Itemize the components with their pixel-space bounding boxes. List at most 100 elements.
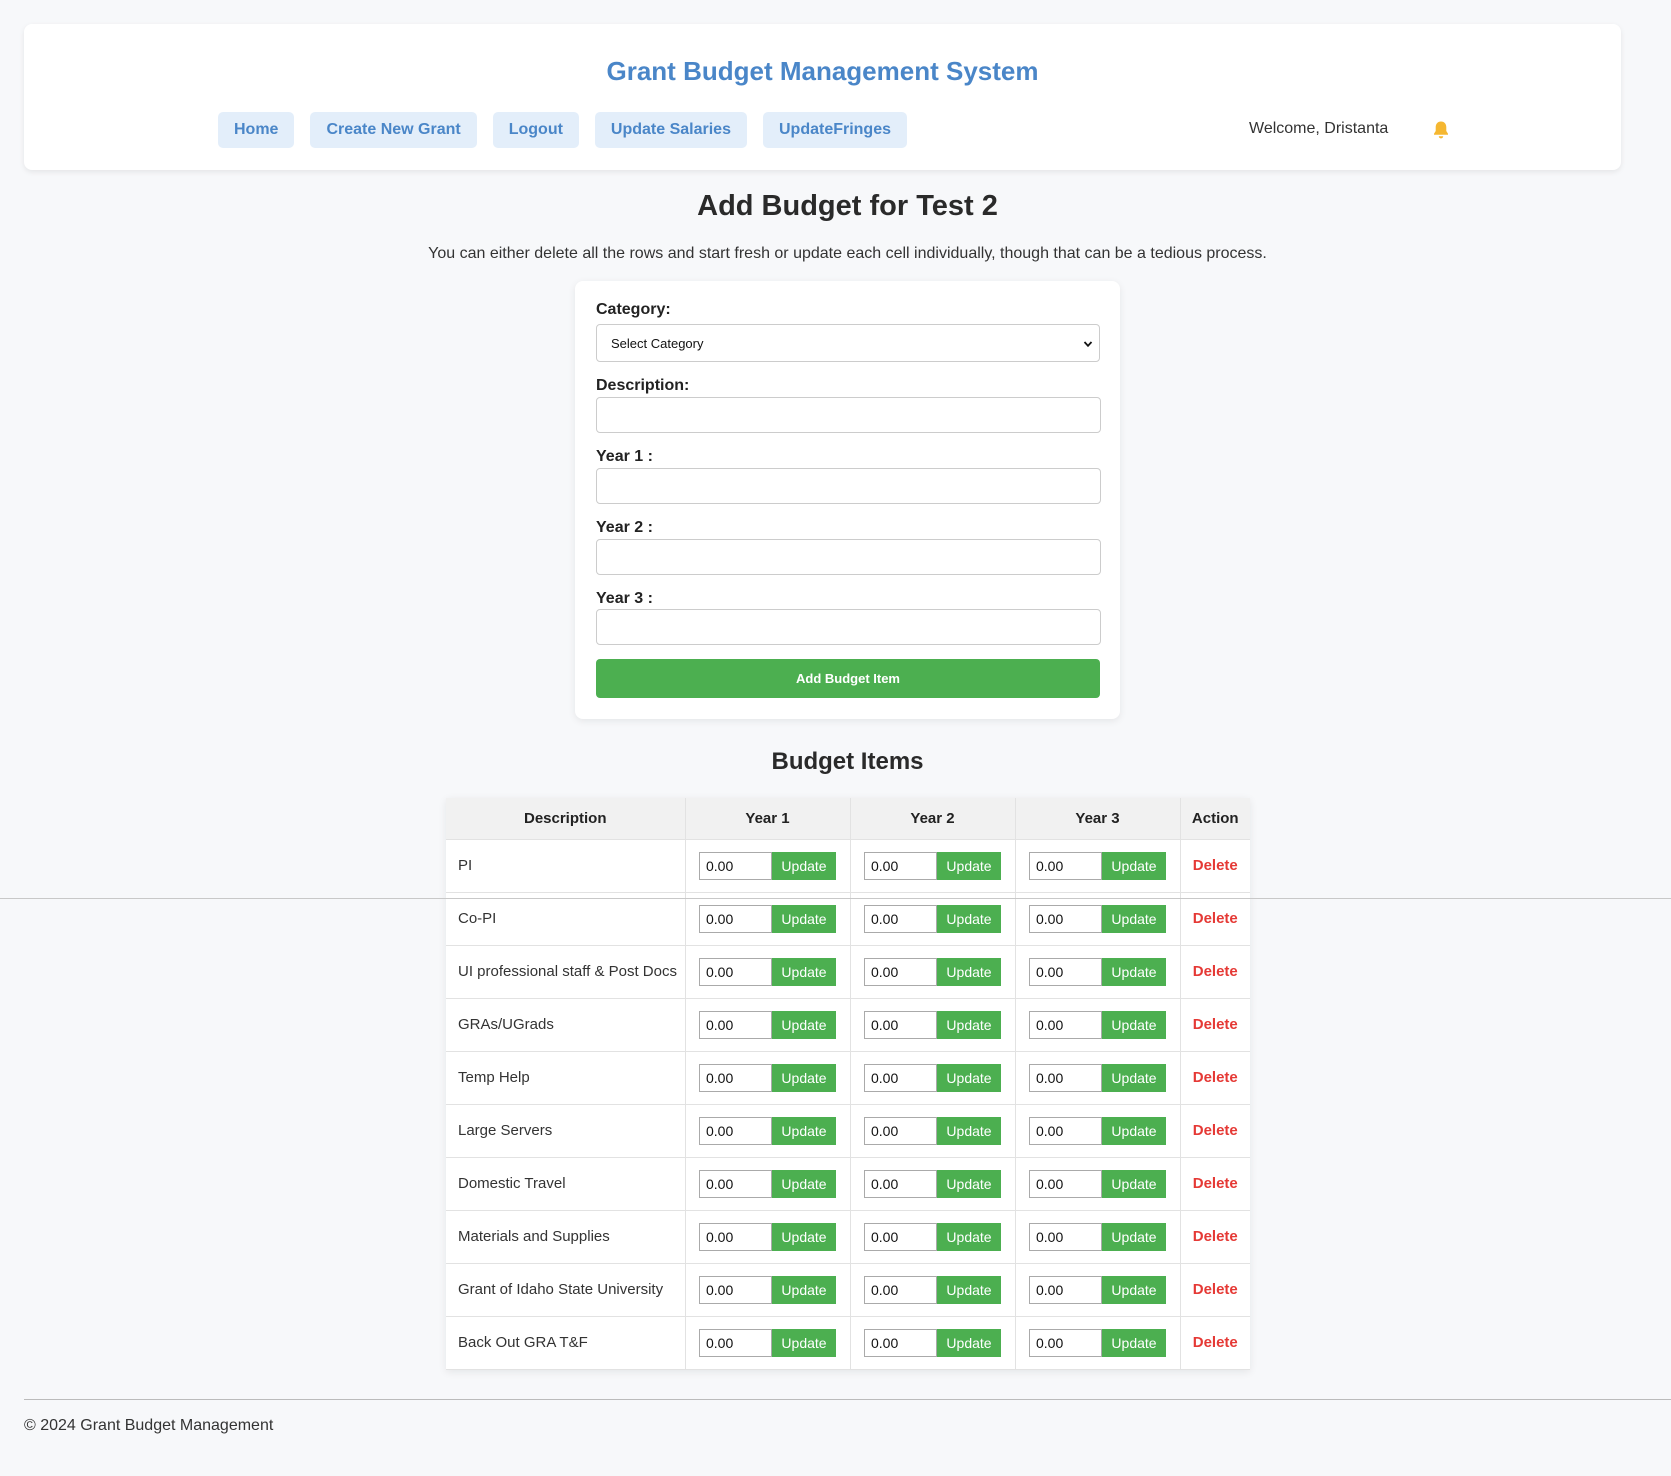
year3-input[interactable] [596,609,1101,645]
budget-items-table: Description Year 1 Year 2 Year 3 Action … [446,798,1250,1370]
year2-amount-input[interactable]: 0.00 [864,1328,937,1357]
description-input[interactable] [596,397,1101,433]
year2-update-button[interactable]: Update [937,904,1001,933]
year3-amount-input[interactable]: 0.00 [1029,1169,1102,1198]
year3-amount-input[interactable]: 0.00 [1029,1116,1102,1145]
year1-update-button[interactable]: Update [772,851,836,880]
year2-amount-input[interactable]: 0.00 [864,851,937,880]
year1-amount-input[interactable]: 0.00 [699,957,772,986]
year1-amount-input[interactable]: 0.00 [699,1275,772,1304]
year2-update-button[interactable]: Update [937,957,1001,986]
nav-update-salaries-button[interactable]: Update Salaries [594,112,747,148]
year3-amount-input[interactable]: 0.00 [1029,957,1102,986]
table-row: Temp Help 0.00 Update 0.00 Update 0.00 U… [446,1051,1250,1105]
year3-amount-input[interactable]: 0.00 [1029,1222,1102,1251]
table-row: Domestic Travel 0.00 Update 0.00 Update … [446,1157,1250,1211]
year1-input[interactable] [596,468,1101,504]
footer-divider [24,1399,1671,1400]
year3-update-button[interactable]: Update [1102,851,1166,880]
delete-button[interactable]: Delete [1193,1228,1238,1245]
year1-amount-input[interactable]: 0.00 [699,1116,772,1145]
year3-amount-input[interactable]: 0.00 [1029,1275,1102,1304]
year3-update-button[interactable]: Update [1102,1328,1166,1357]
delete-button[interactable]: Delete [1193,963,1238,980]
year3-amount-input[interactable]: 0.00 [1029,1010,1102,1039]
year1-amount-input[interactable]: 0.00 [699,1010,772,1039]
year2-update-button[interactable]: Update [937,1063,1001,1092]
year2-amount-input[interactable]: 0.00 [864,904,937,933]
year1-update-button[interactable]: Update [772,1169,836,1198]
year1-update-button[interactable]: Update [772,1222,836,1251]
delete-button[interactable]: Delete [1193,1069,1238,1086]
year2-amount-input[interactable]: 0.00 [864,1275,937,1304]
year2-update-button[interactable]: Update [937,1222,1001,1251]
category-label: Category: [596,301,671,318]
year3-update-button[interactable]: Update [1102,1222,1166,1251]
year1-amount-input[interactable]: 0.00 [699,1169,772,1198]
add-budget-item-button[interactable]: Add Budget Item [596,659,1100,698]
year2-amount-input[interactable]: 0.00 [864,1116,937,1145]
year2-input[interactable] [596,539,1101,575]
year1-update-button[interactable]: Update [772,957,836,986]
delete-button[interactable]: Delete [1193,1281,1238,1298]
year3-update-button[interactable]: Update [1102,1169,1166,1198]
delete-button[interactable]: Delete [1193,910,1238,927]
year3-update-button[interactable]: Update [1102,904,1166,933]
year3-amount-input[interactable]: 0.00 [1029,1063,1102,1092]
nav-update-fringes-button[interactable]: UpdateFringes [762,112,907,148]
year1-amount-input[interactable]: 0.00 [699,904,772,933]
year2-update-button[interactable]: Update [937,1169,1001,1198]
delete-button[interactable]: Delete [1193,1175,1238,1192]
year2-amount-input[interactable]: 0.00 [864,957,937,986]
nav-logout-button[interactable]: Logout [492,112,579,148]
year1-amount-input[interactable]: 0.00 [699,1063,772,1092]
year3-amount-input[interactable]: 0.00 [1029,904,1102,933]
year3-update-button[interactable]: Update [1102,957,1166,986]
footer-copyright: © 2024 Grant Budget Management [24,1417,274,1434]
year1-update-button[interactable]: Update [772,1328,836,1357]
year1-update-button[interactable]: Update [772,1010,836,1039]
table-row: GRAs/UGrads 0.00 Update 0.00 Update 0.00… [446,998,1250,1052]
add-budget-form: Category: Select Category Description: Y… [575,281,1120,719]
intro-text: You can either delete all the rows and s… [428,245,1267,262]
table-row: Back Out GRA T&F 0.00 Update 0.00 Update… [446,1316,1250,1370]
year1-update-button[interactable]: Update [772,904,836,933]
bell-icon[interactable] [1432,120,1450,140]
year1-update-button[interactable]: Update [772,1116,836,1145]
table-header-row: Description Year 1 Year 2 Year 3 Action [446,798,1250,840]
category-select[interactable]: Select Category [596,324,1100,362]
year2-update-button[interactable]: Update [937,1010,1001,1039]
budget-items-title: Budget Items [771,748,924,775]
year2-amount-input[interactable]: 0.00 [864,1169,937,1198]
row-description: UI professional staff & Post Docs [446,945,686,999]
delete-button[interactable]: Delete [1193,1334,1238,1351]
year3-amount-input[interactable]: 0.00 [1029,851,1102,880]
year3-update-button[interactable]: Update [1102,1275,1166,1304]
delete-button[interactable]: Delete [1193,1122,1238,1139]
column-header: Action [1180,798,1250,840]
year3-update-button[interactable]: Update [1102,1116,1166,1145]
year2-amount-input[interactable]: 0.00 [864,1222,937,1251]
year2-update-button[interactable]: Update [937,851,1001,880]
year2-update-button[interactable]: Update [937,1275,1001,1304]
year1-amount-input[interactable]: 0.00 [699,1328,772,1357]
row-description: Grant of Idaho State University [446,1263,686,1317]
year2-update-button[interactable]: Update [937,1328,1001,1357]
year1-update-button[interactable]: Update [772,1063,836,1092]
year2-amount-input[interactable]: 0.00 [864,1063,937,1092]
year2-update-button[interactable]: Update [937,1116,1001,1145]
delete-button[interactable]: Delete [1193,1016,1238,1033]
year3-update-button[interactable]: Update [1102,1010,1166,1039]
year3-amount-input[interactable]: 0.00 [1029,1328,1102,1357]
nav-home-button[interactable]: Home [218,112,295,148]
year3-update-button[interactable]: Update [1102,1063,1166,1092]
row-description: Domestic Travel [446,1157,686,1211]
column-header: Year 3 [1015,798,1181,840]
year1-amount-input[interactable]: 0.00 [699,851,772,880]
year1-amount-input[interactable]: 0.00 [699,1222,772,1251]
year2-amount-input[interactable]: 0.00 [864,1010,937,1039]
delete-button[interactable]: Delete [1193,857,1238,874]
nav-create-grant-button[interactable]: Create New Grant [310,112,477,148]
year1-update-button[interactable]: Update [772,1275,836,1304]
table-row: Large Servers 0.00 Update 0.00 Update 0.… [446,1104,1250,1158]
